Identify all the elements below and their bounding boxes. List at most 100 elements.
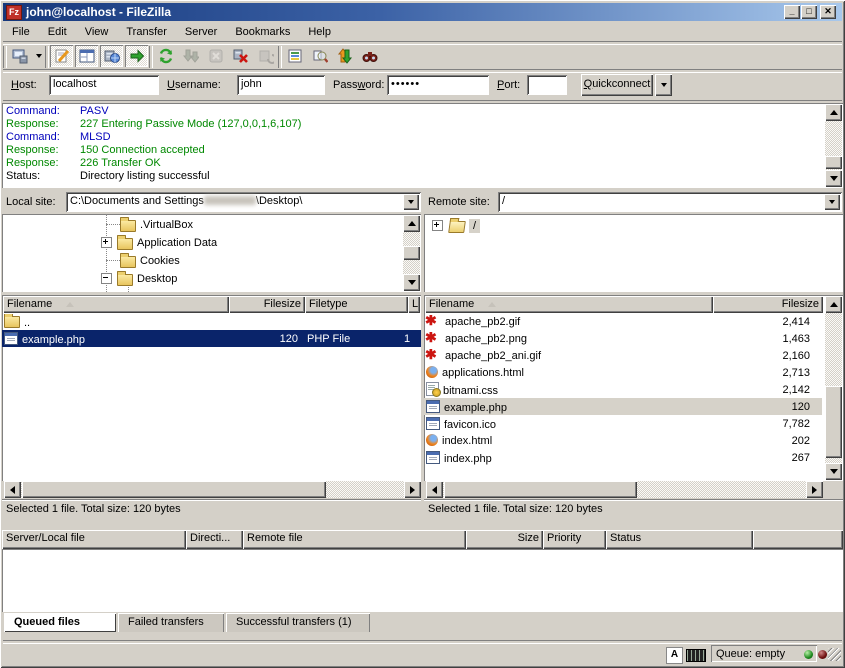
file-row[interactable]: bitnami.css 2,142 [424,381,822,398]
scroll-thumb[interactable] [22,481,326,498]
disconnect-button[interactable] [229,45,252,67]
toggle-message-log-button[interactable] [50,45,73,67]
close-button[interactable]: ✕ [820,5,836,19]
local-tree-scrollbar[interactable] [403,215,420,291]
site-manager-button[interactable] [8,45,31,67]
file-row[interactable]: index.php 267 [424,449,822,466]
cancel-button[interactable] [204,45,227,67]
local-site-combo[interactable]: C:\Documents and Settings\Desktop\ [66,192,421,212]
scroll-up-icon[interactable] [825,104,842,121]
maximize-button[interactable]: □ [801,5,817,19]
file-row[interactable]: applications.html 2,713 [424,364,822,381]
quickconnect-dropdown-icon[interactable] [655,74,672,96]
remote-site-dropdown-icon[interactable] [824,194,840,210]
queue-list[interactable] [2,549,843,612]
menu-help[interactable]: Help [299,24,340,40]
menu-edit[interactable]: Edit [39,24,76,40]
file-row[interactable]: apache_pb2.png 1,463 [424,330,822,347]
tree-item-selected[interactable]: / [432,217,480,234]
reconnect-button[interactable] [254,45,277,67]
log-line: Response:227 Entering Passive Mode (127,… [2,118,843,131]
username-input[interactable]: john [237,75,325,95]
file-row-selected[interactable]: example.php 120 [424,398,822,415]
scroll-up-icon[interactable] [825,296,842,313]
column-header-remote-file[interactable]: Remote file [243,530,466,549]
local-site-dropdown-icon[interactable] [403,194,419,210]
file-row[interactable]: index.html 202 [424,432,822,449]
scroll-thumb[interactable] [403,246,420,260]
speed-limit-icon[interactable] [686,649,706,662]
column-header-filename[interactable]: Filename [425,296,713,313]
scroll-thumb[interactable] [825,156,842,169]
file-row-selected[interactable]: example.php 120 PHP File 1 [2,330,421,347]
menu-bookmarks[interactable]: Bookmarks [226,24,299,40]
tab-queued-files[interactable]: Queued files [4,613,116,632]
tree-item[interactable]: Application Data [101,234,217,251]
column-header-filetype[interactable]: Filetype [305,296,408,313]
scroll-down-icon[interactable] [825,170,842,187]
remote-tree[interactable]: / [424,214,843,292]
scroll-thumb[interactable] [444,481,637,498]
column-header-size[interactable]: Size [466,530,543,549]
host-input[interactable]: localhost [49,75,159,95]
image-file-icon [426,315,441,327]
local-file-list[interactable]: Filename Filesize Filetype L .. example.… [2,295,421,481]
scroll-left-icon[interactable] [4,481,21,498]
filter-button[interactable] [283,45,306,67]
column-header-status[interactable]: Status [606,530,753,549]
synchronized-browsing-button[interactable] [333,45,356,67]
collapse-icon[interactable] [101,273,112,284]
column-header-direction[interactable]: Directi... [186,530,243,549]
find-files-button[interactable] [358,45,381,67]
port-input[interactable] [527,75,567,95]
directory-comparison-button[interactable] [308,45,331,67]
tab-failed-transfers[interactable]: Failed transfers [118,613,224,632]
remote-vscrollbar[interactable] [825,296,842,480]
file-row[interactable]: .. [2,313,421,330]
password-input[interactable]: •••••• [387,75,489,95]
file-row[interactable]: apache_pb2_ani.gif 2,160 [424,347,822,364]
scroll-up-icon[interactable] [403,215,420,232]
scroll-down-icon[interactable] [825,463,842,480]
scroll-thumb[interactable] [825,386,842,458]
remote-hscrollbar[interactable] [426,481,823,498]
process-queue-button[interactable] [179,45,202,67]
tab-successful-transfers[interactable]: Successful transfers (1) [226,613,370,632]
menu-transfer[interactable]: Transfer [117,24,176,40]
column-header-filesize[interactable]: Filesize [229,296,305,313]
menu-view[interactable]: View [76,24,118,40]
scroll-left-icon[interactable] [426,481,443,498]
toggle-remote-tree-button[interactable] [100,45,123,67]
column-header-filename[interactable]: Filename [3,296,229,313]
scroll-down-icon[interactable] [403,274,420,291]
local-tree[interactable]: .VirtualBox Application Data Cookies Des… [2,214,421,292]
column-header-server-local-file[interactable]: Server/Local file [2,530,186,549]
tree-item[interactable]: Cookies [118,252,180,269]
column-header-priority[interactable]: Priority [543,530,606,549]
refresh-button[interactable] [154,45,177,67]
menu-server[interactable]: Server [176,24,226,40]
tree-item[interactable]: .VirtualBox [118,216,193,233]
column-header-lastmodified[interactable]: L [408,296,420,313]
toggle-transfer-queue-button[interactable] [125,45,148,67]
file-row[interactable]: favicon.ico 7,782 [424,415,822,432]
resize-grip[interactable] [828,648,841,661]
scroll-right-icon[interactable] [404,481,421,498]
minimize-button[interactable]: _ [784,5,800,19]
menu-file[interactable]: File [3,24,39,40]
remote-file-list[interactable]: Filename Filesize apache_pb2.gif 2,414 a… [424,295,843,481]
expand-icon[interactable] [432,220,443,231]
site-manager-dropdown-icon[interactable] [32,45,45,67]
log-scrollbar[interactable] [825,104,842,187]
scroll-right-icon[interactable] [806,481,823,498]
column-header-filesize[interactable]: Filesize [713,296,823,313]
tree-item[interactable]: Desktop [101,270,177,287]
queue-tabs: Queued files Failed transfers Successful… [2,613,843,633]
file-row[interactable]: apache_pb2.gif 2,414 [424,313,822,330]
toggle-local-tree-button[interactable] [75,45,98,67]
quickconnect-button[interactable]: Quickconnect [581,74,653,96]
remote-site-combo[interactable]: / [498,192,842,212]
transfer-type-icon[interactable]: A [666,647,683,664]
expand-icon[interactable] [101,237,112,248]
local-hscrollbar[interactable] [4,481,421,498]
